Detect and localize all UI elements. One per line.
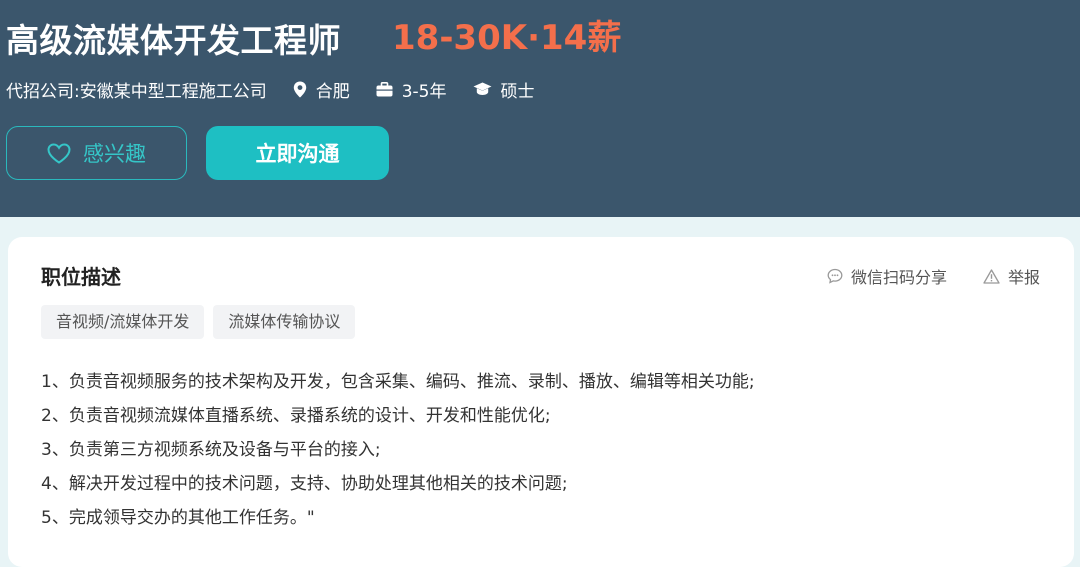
chat-bubble-icon: [827, 268, 843, 284]
chat-now-button[interactable]: 立即沟通: [206, 126, 389, 180]
skill-tags: 音视频/流媒体开发 流媒体传输协议: [41, 305, 364, 339]
description-line: 5、完成领导交办的其他工作任务。": [41, 508, 315, 528]
company-label: 代招公司:安徽某中型工程施工公司: [6, 81, 267, 102]
job-description-text: 1、负责音视频服务的技术架构及开发，包含采集、编码、推流、录制、播放、编辑等相关…: [41, 365, 755, 535]
skill-tag: 流媒体传输协议: [213, 305, 356, 339]
section-title: 职位描述: [41, 265, 121, 289]
experience-label: 3-5年: [401, 81, 447, 102]
description-line: 2、负责音视频流媒体直播系统、录播系统的设计、开发和性能优化;: [41, 406, 551, 426]
job-header: 高级流媒体开发工程师 18-30K·14薪 代招公司:安徽某中型工程施工公司 合…: [0, 0, 1080, 217]
company-info: 代招公司:安徽某中型工程施工公司: [6, 77, 267, 102]
experience-info: 3-5年: [376, 77, 447, 102]
job-title: 高级流媒体开发工程师: [6, 21, 341, 60]
description-line: 1、负责音视频服务的技术架构及开发，包含采集、编码、推流、录制、播放、编辑等相关…: [41, 372, 755, 392]
job-meta: 代招公司:安徽某中型工程施工公司 合肥 3-5年 硕士: [6, 77, 561, 102]
warning-triangle-icon: [983, 268, 1000, 284]
location-label: 合肥: [315, 81, 350, 102]
card-actions: 微信扫码分享 举报: [827, 264, 1040, 288]
education-info: 硕士: [473, 77, 535, 102]
salary: 18-30K·14薪: [392, 18, 622, 58]
briefcase-icon: [376, 81, 393, 96]
graduation-cap-icon: [473, 82, 492, 95]
wechat-share-button[interactable]: 微信扫码分享: [827, 264, 947, 288]
wechat-share-label: 微信扫码分享: [850, 268, 947, 287]
heart-icon: [47, 142, 71, 164]
interest-button-label: 感兴趣: [83, 142, 146, 166]
location-pin-icon: [293, 81, 306, 97]
description-line: 3、负责第三方视频系统及设备与平台的接入;: [41, 440, 381, 460]
location-info: 合肥: [293, 77, 350, 102]
description-line: 4、解决开发过程中的技术问题，支持、协助处理其他相关的技术问题;: [41, 474, 568, 494]
report-button[interactable]: 举报: [983, 264, 1040, 288]
chat-now-button-label: 立即沟通: [255, 142, 340, 166]
skill-tag: 音视频/流媒体开发: [41, 305, 205, 339]
education-label: 硕士: [500, 81, 535, 102]
job-description-card: 职位描述 微信扫码分享 举报 音视频/流媒体开发 流媒体传输协议 1、负责音视频…: [8, 237, 1074, 567]
report-label: 举报: [1007, 268, 1040, 287]
interest-button[interactable]: 感兴趣: [6, 126, 187, 180]
